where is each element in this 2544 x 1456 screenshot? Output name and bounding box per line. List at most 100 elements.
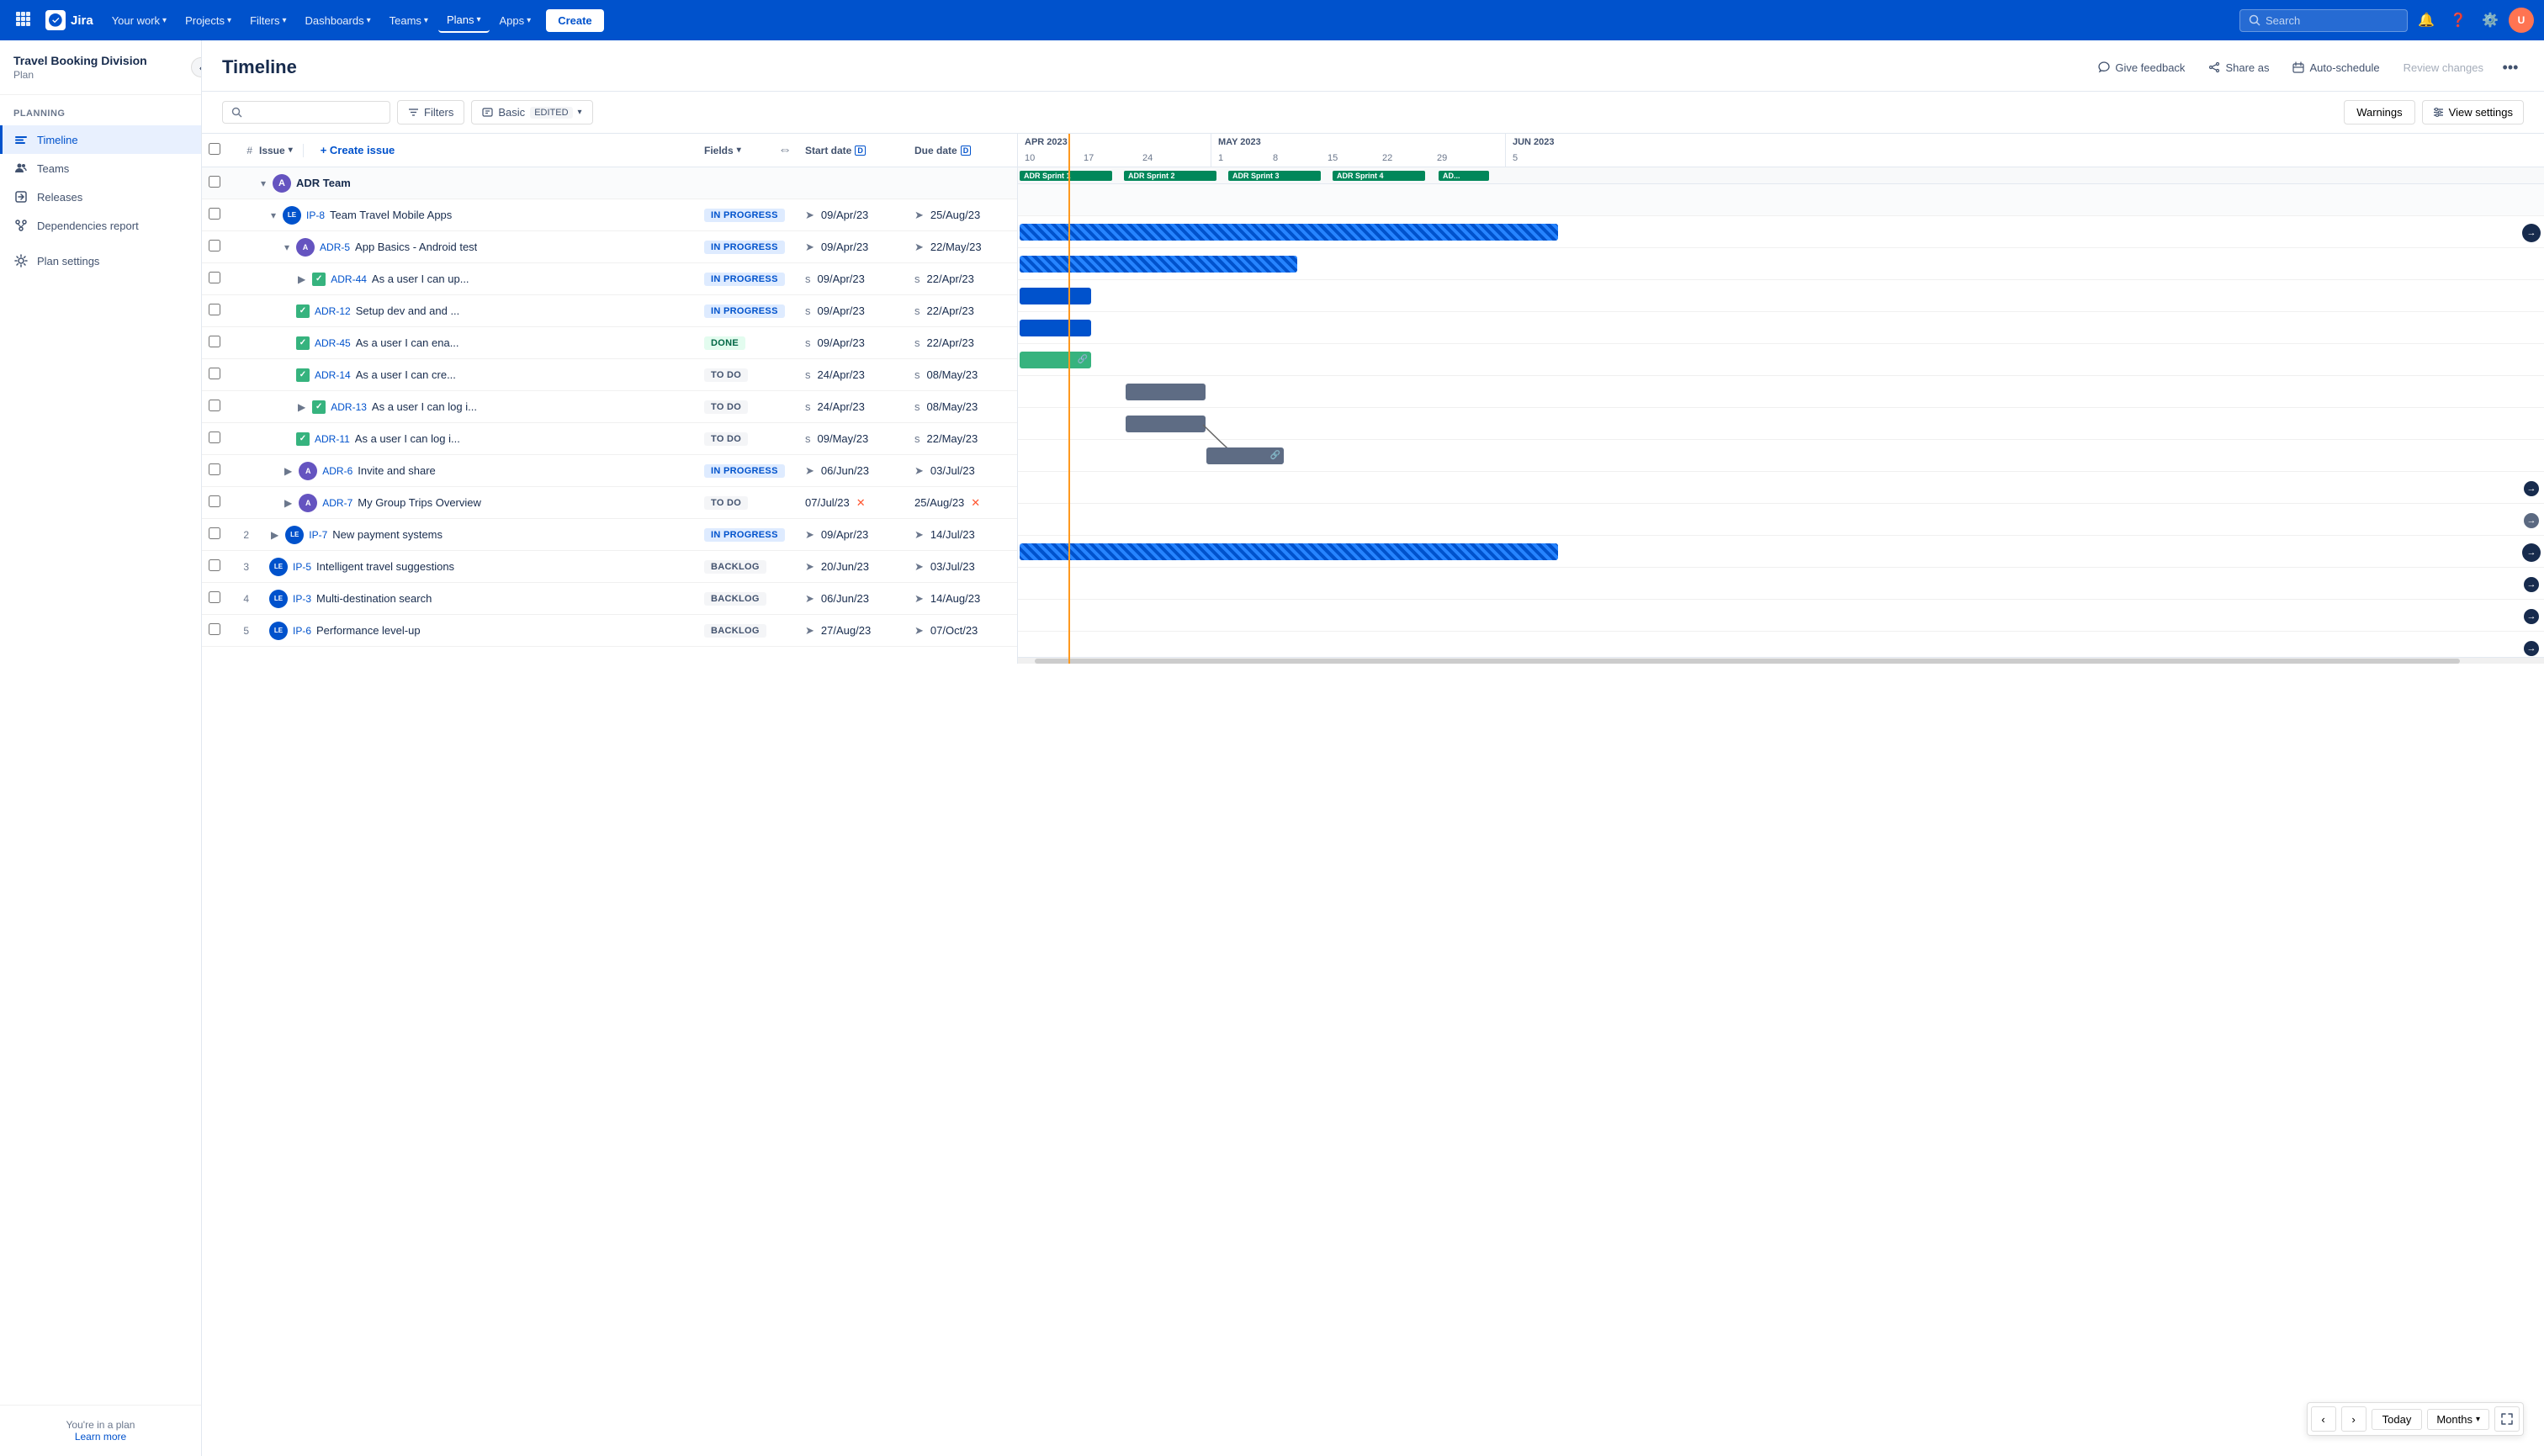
row-checkbox[interactable] [209,400,220,411]
gantt-scrollbar[interactable] [1018,657,2544,664]
issue-key[interactable]: ADR-45 [315,337,351,349]
user-avatar[interactable]: U [2509,8,2534,33]
sidebar-item-teams[interactable]: Teams [0,154,201,183]
start-date-header[interactable]: Start date D [798,134,908,167]
search-input[interactable] [247,106,365,119]
issue-title[interactable]: Team Travel Mobile Apps [330,209,452,221]
sidebar-plan-settings[interactable]: Plan settings [0,246,201,275]
jira-logo[interactable]: Jira [39,7,100,34]
row-checkbox[interactable] [209,272,220,283]
warnings-button[interactable]: Warnings [2344,100,2414,124]
sidebar-item-dependencies[interactable]: Dependencies report [0,211,201,240]
nav-prev-button[interactable]: ‹ [2311,1406,2336,1432]
create-issue-button[interactable]: + Create issue [314,144,402,156]
auto-schedule-button[interactable]: Auto-schedule [2282,56,2389,79]
row-checkbox[interactable] [209,432,220,443]
nav-plans[interactable]: Plans ▾ [438,8,490,33]
expand-icon[interactable]: ▾ [269,209,278,221]
learn-more-link[interactable]: Learn more [75,1431,126,1443]
issue-title[interactable]: Setup dev and and ... [356,304,460,317]
sidebar-item-timeline[interactable]: Timeline [0,125,201,154]
give-feedback-button[interactable]: Give feedback [2088,56,2195,79]
create-button[interactable]: Create [546,9,603,32]
issue-title[interactable]: Multi-destination search [316,592,432,605]
issue-key[interactable]: ADR-14 [315,369,351,381]
expand-icon[interactable]: ▾ [283,241,291,253]
select-all-checkbox[interactable] [209,143,220,155]
issue-title[interactable]: New payment systems [332,528,443,541]
review-changes-button[interactable]: Review changes [2393,56,2494,79]
filters-button[interactable]: Filters [397,100,464,124]
issue-key[interactable]: IP-7 [309,529,327,541]
expand-chevron[interactable]: ▾ [259,177,268,189]
issue-key[interactable]: ADR-5 [320,241,350,253]
issue-title[interactable]: As a user I can ena... [356,336,459,349]
issue-key[interactable]: IP-8 [306,209,325,221]
issue-title[interactable]: My Group Trips Overview [358,496,481,509]
issue-key[interactable]: ADR-12 [315,305,351,317]
date-clear-icon[interactable]: ✕ [971,496,980,510]
issue-key[interactable]: IP-3 [293,593,311,605]
expand-icon[interactable]: ▶ [283,497,294,509]
row-checkbox[interactable] [209,176,220,188]
nav-next-button[interactable]: › [2341,1406,2366,1432]
issue-column-header[interactable]: Issue ▾ + Create issue [252,134,697,167]
due-date-header[interactable]: Due date D [908,134,1017,167]
row-checkbox[interactable] [209,463,220,475]
nav-apps[interactable]: Apps ▾ [491,9,540,32]
issue-title[interactable]: As a user I can up... [372,273,469,285]
issue-icon: ✓ [296,304,310,318]
issue-title[interactable]: App Basics - Android test [355,241,477,253]
search-box[interactable]: Search [2239,9,2408,32]
issue-title[interactable]: As a user I can cre... [356,368,456,381]
issue-title[interactable]: Performance level-up [316,624,421,637]
help-icon[interactable]: ❓ [2445,7,2472,34]
row-checkbox[interactable] [209,527,220,539]
expand-icon[interactable]: ▶ [296,401,307,413]
group-title[interactable]: ADR Team [296,177,351,189]
share-as-button[interactable]: Share as [2198,56,2279,79]
row-checkbox[interactable] [209,591,220,603]
scroll-container[interactable]: # Issue ▾ + Create issue Fields ▾ ⇔ [202,134,2544,1456]
expand-icon[interactable]: ▶ [269,529,280,541]
notifications-icon[interactable]: 🔔 [2413,7,2440,34]
date-clear-icon[interactable]: ✕ [856,496,866,510]
nav-your-work[interactable]: Your work ▾ [103,9,175,32]
row-checkbox[interactable] [209,559,220,571]
issue-title[interactable]: Invite and share [358,464,436,477]
settings-icon[interactable]: ⚙️ [2477,7,2504,34]
issue-key[interactable]: IP-5 [293,561,311,573]
nav-filters[interactable]: Filters ▾ [241,9,294,32]
issue-key[interactable]: IP-6 [293,625,311,637]
row-checkbox[interactable] [209,623,220,635]
nav-teams[interactable]: Teams ▾ [381,9,437,32]
sidebar-item-releases[interactable]: Releases [0,183,201,211]
apps-grid-icon[interactable] [10,6,35,35]
expand-fullscreen-button[interactable] [2494,1406,2520,1432]
issue-title[interactable]: As a user I can log i... [372,400,477,413]
fields-header[interactable]: Fields ▾ ⇔ [697,134,798,167]
view-settings-button[interactable]: View settings [2422,100,2524,124]
nav-projects[interactable]: Projects ▾ [177,9,240,32]
row-checkbox[interactable] [209,208,220,220]
expand-icon[interactable]: ▶ [296,273,307,285]
issue-key[interactable]: ADR-6 [322,465,352,477]
row-checkbox[interactable] [209,240,220,251]
row-checkbox[interactable] [209,495,220,507]
months-dropdown-button[interactable]: Months ▾ [2427,1409,2489,1430]
issue-title[interactable]: Intelligent travel suggestions [316,560,454,573]
today-button[interactable]: Today [2372,1409,2423,1430]
row-checkbox[interactable] [209,336,220,347]
issue-title[interactable]: As a user I can log i... [355,432,460,445]
issue-key[interactable]: ADR-7 [322,497,352,509]
issue-key[interactable]: ADR-44 [331,273,367,285]
more-options-button[interactable]: ••• [2497,54,2524,81]
row-checkbox[interactable] [209,304,220,315]
search-box-toolbar[interactable] [222,101,390,124]
issue-key[interactable]: ADR-11 [315,433,350,445]
issue-key[interactable]: ADR-13 [331,401,367,413]
row-checkbox[interactable] [209,368,220,379]
basic-filter-button[interactable]: Basic EDITED ▾ [471,100,592,124]
expand-icon[interactable]: ▶ [283,465,294,477]
nav-dashboards[interactable]: Dashboards ▾ [296,9,379,32]
